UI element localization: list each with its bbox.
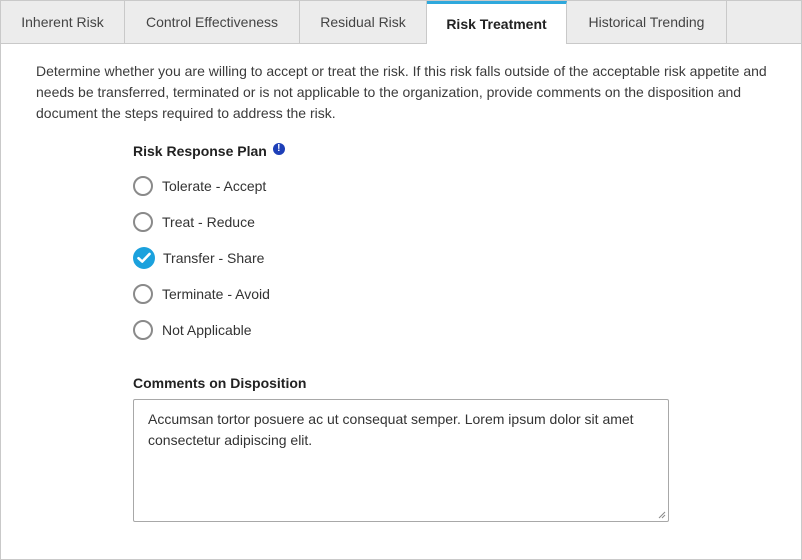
tab-risk-treatment[interactable]: Risk Treatment [427, 1, 567, 44]
radio-button[interactable] [133, 284, 153, 304]
radio-label: Treat - Reduce [162, 214, 255, 230]
radio-option-tolerate-accept[interactable]: Tolerate - Accept [133, 174, 266, 198]
radio-label: Tolerate - Accept [162, 178, 267, 194]
tab-residual-risk[interactable]: Residual Risk [300, 1, 427, 43]
radio-label: Terminate - Avoid [162, 286, 270, 302]
radio-label: Transfer - Share [163, 250, 265, 266]
tab-historical-trending[interactable]: Historical Trending [567, 1, 727, 43]
checkmark-icon [137, 252, 151, 263]
radio-button[interactable] [133, 320, 153, 340]
comments-text: Accumsan tortor posuere ac ut consequat … [148, 411, 634, 448]
radio-option-transfer-share[interactable]: Transfer - Share [133, 246, 264, 270]
tab-control-effectiveness[interactable]: Control Effectiveness [125, 1, 300, 43]
exclamation-info-icon[interactable]: ! [272, 143, 285, 156]
radio-label: Not Applicable [162, 322, 252, 338]
tab-bar: Inherent Risk Control Effectiveness Resi… [1, 1, 801, 44]
radio-option-not-applicable[interactable]: Not Applicable [133, 318, 252, 342]
radio-option-terminate-avoid[interactable]: Terminate - Avoid [133, 282, 270, 306]
resize-grip-icon[interactable] [657, 510, 666, 519]
tab-inherent-risk[interactable]: Inherent Risk [1, 1, 125, 43]
radio-option-treat-reduce[interactable]: Treat - Reduce [133, 210, 255, 234]
risk-response-plan-label: Risk Response Plan [133, 143, 267, 159]
radio-button-checked[interactable] [133, 247, 155, 269]
comments-on-disposition-label: Comments on Disposition [133, 375, 307, 391]
risk-response-plan-heading: Risk Response Plan! [133, 143, 285, 159]
risk-treatment-panel: Inherent Risk Control Effectiveness Resi… [0, 0, 802, 560]
radio-button[interactable] [133, 212, 153, 232]
radio-button[interactable] [133, 176, 153, 196]
risk-treatment-description: Determine whether you are willing to acc… [36, 63, 767, 121]
comments-textarea[interactable]: Accumsan tortor posuere ac ut consequat … [133, 399, 669, 522]
